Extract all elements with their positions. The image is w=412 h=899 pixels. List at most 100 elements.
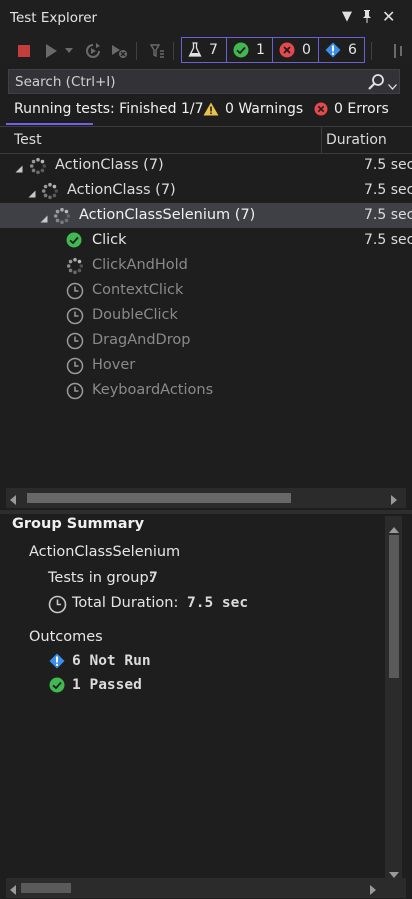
group-summary-title: Group Summary [12,516,145,532]
toolbar-separator [173,42,174,60]
scroll-corner [385,878,402,898]
not-run-count: 6 [348,42,357,58]
tree-node-label: KeyboardActions [92,382,214,398]
check-icon [233,42,249,58]
tree-node-label: ClickAndHold [92,257,188,273]
tree-node-test-click[interactable]: Click 7.5 sec [0,228,412,253]
run-button[interactable] [40,40,62,62]
tree-node-label: Hover [92,357,136,373]
passed-count: 1 [256,42,265,58]
rerun-failed-button[interactable] [82,40,104,62]
outcome-passed[interactable]: 1 Passed [72,677,142,693]
tree-node-label: ActionClassSelenium [79,207,231,223]
run-status-bar: Running tests: Finished 1/7 0 Warnings 0… [0,96,412,123]
column-header-test[interactable]: Test [14,132,42,148]
run-dropdown-icon[interactable] [62,40,76,62]
tree-node-actionclassselenium[interactable]: ActionClassSelenium (7) 7.5 sec [0,203,412,228]
tree-node-duration: 7.5 sec [364,232,412,248]
toolbar-overflow-icon[interactable] [390,40,408,62]
errors-indicator[interactable]: 0 Errors [314,101,389,117]
expand-caret-icon[interactable] [15,161,23,177]
column-divider[interactable] [321,127,322,153]
window-title: Test Explorer [10,10,98,26]
total-count: 7 [209,42,218,58]
outcome-count: 1 [72,677,81,693]
tree-node-test-draganddrop[interactable]: DragAndDrop [0,328,412,353]
tree-node-test-keyboardactions[interactable]: KeyboardActions [0,378,412,403]
scroll-right-arrow-icon[interactable] [391,493,397,509]
expand-caret-icon[interactable] [28,186,36,202]
title-bar: Test Explorer ▼ ✕ [0,0,412,36]
test-tree: ActionClass (7) 7.5 sec ActionClass (7) … [0,153,412,487]
warnings-text: 0 Warnings [225,101,304,117]
scrollbar-thumb[interactable] [27,493,291,503]
running-spinner-icon [66,257,84,275]
clock-icon [66,357,84,375]
tree-node-label: ContextClick [92,282,184,298]
tree-node-test-doubleclick[interactable]: DoubleClick [0,303,412,328]
tree-node-test-hover[interactable]: Hover [0,353,412,378]
pin-icon[interactable] [361,9,373,27]
tree-node-duration: 7.5 sec [364,157,412,173]
search-input[interactable]: Search (Ctrl+I) [8,69,400,94]
expand-caret-icon[interactable] [40,211,48,227]
failed-tests-counter[interactable]: 0 [273,37,319,63]
tree-node-count: (7) [234,207,256,223]
warnings-indicator[interactable]: 0 Warnings [203,101,303,117]
clock-icon [48,595,67,618]
running-spinner-icon [41,182,59,200]
cancel-run-button[interactable] [108,40,130,62]
column-headers: Test Duration [0,126,412,154]
close-icon[interactable]: ✕ [382,7,395,26]
clock-icon [66,332,84,350]
toolbar-separator [136,42,137,60]
search-placeholder: Search (Ctrl+I) [15,74,116,90]
errors-text: 0 Errors [334,101,389,117]
error-icon [279,42,295,58]
scrollbar-thumb[interactable] [389,535,399,678]
tree-node-duration: 7.5 sec [364,182,412,198]
tree-node-actionclass-namespace[interactable]: ActionClass (7) 7.5 sec [0,178,412,203]
tree-node-label: DoubleClick [92,307,178,323]
not-run-tests-counter[interactable]: 6 [319,37,365,63]
running-spinner-icon [53,207,71,225]
tests-in-group-value: 7 [149,570,158,586]
tree-node-label: Click [92,232,127,248]
scroll-left-arrow-icon[interactable] [10,493,16,509]
flask-icon [188,42,202,58]
info-icon [325,42,341,58]
tree-node-label: ActionClass [67,182,151,198]
outcome-label: Not Run [89,653,151,669]
clock-icon [66,307,84,325]
search-options-dropdown-icon[interactable] [388,78,397,94]
tree-node-test-contextclick[interactable]: ContextClick [0,278,412,303]
search-icon[interactable] [367,73,385,95]
tree-node-actionclass-project[interactable]: ActionClass (7) 7.5 sec [0,153,412,178]
group-name: ActionClassSelenium [29,544,181,560]
clock-icon [66,382,84,400]
outcome-count: 6 [72,653,81,669]
info-icon [49,653,65,673]
tree-node-duration: 7.5 sec [364,207,412,223]
stop-button[interactable] [13,40,35,62]
clock-icon [66,282,84,300]
column-header-duration[interactable]: Duration [326,132,387,148]
check-icon [49,677,65,697]
outcomes-heading: Outcomes [29,629,103,645]
passed-tests-counter[interactable]: 1 [227,37,273,63]
filter-icon[interactable] [146,40,168,62]
run-status-text[interactable]: Running tests: Finished 1/7 [14,101,204,117]
outcome-label: Passed [89,677,142,693]
total-duration-value: 7.5 sec [187,595,249,611]
scroll-right-arrow-icon[interactable] [370,883,376,899]
window-menu-dropdown-icon[interactable]: ▼ [342,9,352,24]
tree-node-test-clickandhold[interactable]: ClickAndHold [0,253,412,278]
total-tests-counter[interactable]: 7 [181,37,227,63]
scrollbar-thumb[interactable] [21,883,71,893]
error-icon [314,102,328,116]
tree-node-label: ActionClass [55,157,139,173]
outcome-not-run[interactable]: 6 Not Run [72,653,151,669]
running-spinner-icon [29,157,47,175]
tree-horizontal-scrollbar[interactable] [6,488,406,508]
scroll-left-arrow-icon[interactable] [10,883,16,899]
